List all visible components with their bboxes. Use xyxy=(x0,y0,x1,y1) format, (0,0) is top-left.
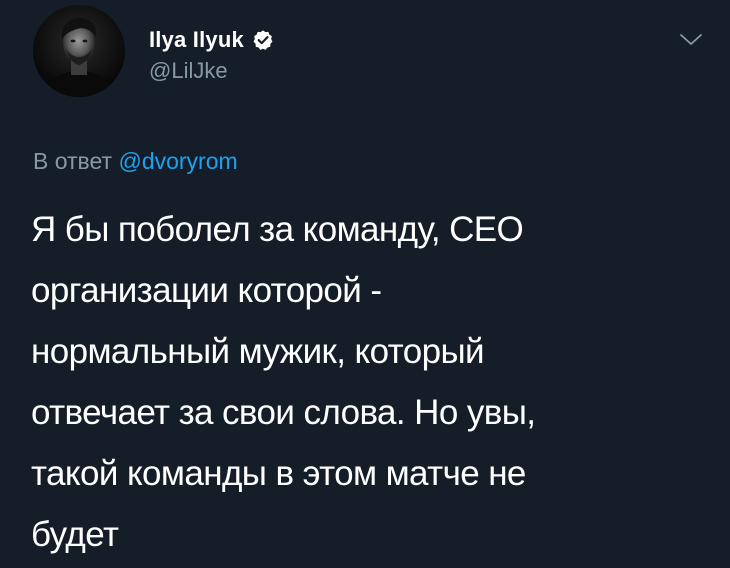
tweet-line: Я бы поболел за команду, CEO xyxy=(31,210,524,249)
avatar-photo xyxy=(33,5,125,97)
tweet-text: Я бы поболел за команду, CEO организации… xyxy=(31,199,691,565)
tweet-line: будет xyxy=(31,515,119,554)
tweet-line: такой команды в этом матче не xyxy=(31,454,526,493)
author-handle[interactable]: @LilJke xyxy=(149,58,228,84)
tweet-line: отвечает за свои слова. Но увы, xyxy=(31,393,536,432)
reply-prefix: В ответ xyxy=(33,148,113,174)
reply-context: В ответ @dvoryrom xyxy=(33,148,238,175)
author-name-row[interactable]: Ilya Ilyuk xyxy=(149,25,274,55)
verified-badge-icon xyxy=(252,29,274,51)
tweet-line: организации которой - xyxy=(31,271,382,310)
reply-mention-link[interactable]: @dvoryrom xyxy=(118,148,237,174)
tweet-card: Ilya Ilyuk @LilJke В ответ @dvoryrom Я б… xyxy=(0,0,730,568)
tweet-line: нормальный мужик, который xyxy=(31,332,485,371)
author-name[interactable]: Ilya Ilyuk xyxy=(149,27,244,53)
author-avatar[interactable] xyxy=(33,5,125,97)
chevron-down-icon[interactable] xyxy=(676,30,706,50)
